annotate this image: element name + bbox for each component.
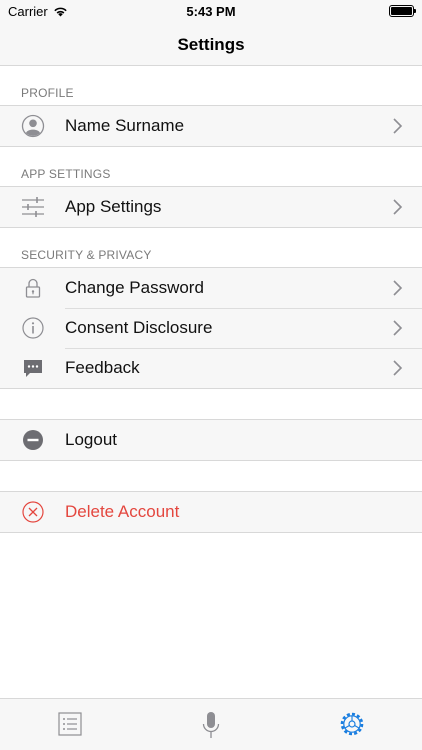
tab-list[interactable] bbox=[50, 711, 90, 741]
status-time: 5:43 PM bbox=[186, 4, 236, 19]
logout-label: Logout bbox=[65, 430, 117, 449]
chevron-right-icon bbox=[393, 320, 403, 336]
feedback-label: Feedback bbox=[65, 358, 140, 377]
lock-icon bbox=[21, 276, 45, 300]
logout-row[interactable]: Logout bbox=[0, 420, 422, 460]
chevron-right-icon bbox=[393, 280, 403, 296]
list-icon bbox=[58, 712, 82, 736]
minus-circle-icon bbox=[21, 428, 45, 452]
section-header-profile: PROFILE bbox=[21, 86, 74, 100]
section-header-security: SECURITY & PRIVACY bbox=[21, 248, 152, 262]
tab-settings[interactable] bbox=[332, 711, 372, 741]
navigation-bar: Settings bbox=[0, 24, 422, 66]
chevron-right-icon bbox=[393, 199, 403, 215]
app-settings-label: App Settings bbox=[65, 197, 162, 216]
change-password-label: Change Password bbox=[65, 278, 204, 297]
app-settings-row[interactable]: App Settings bbox=[0, 187, 422, 227]
consent-disclosure-label: Consent Disclosure bbox=[65, 318, 213, 337]
battery-fill bbox=[391, 7, 412, 15]
tab-record[interactable] bbox=[191, 711, 231, 741]
tab-bar bbox=[0, 698, 422, 750]
chat-bubble-icon bbox=[21, 356, 45, 380]
section-header-app-settings: APP SETTINGS bbox=[21, 167, 111, 181]
logout-group: Logout bbox=[0, 419, 422, 461]
security-group: Change Password Consent Disclosure Feedb… bbox=[0, 267, 422, 389]
x-circle-icon bbox=[21, 500, 45, 524]
profile-name: Name Surname bbox=[65, 116, 185, 135]
status-bar: Carrier 5:43 PM bbox=[0, 0, 422, 24]
profile-row[interactable]: Name Surname bbox=[0, 106, 422, 146]
battery-icon bbox=[389, 5, 416, 17]
app-settings-group: App Settings bbox=[0, 186, 422, 228]
microphone-icon bbox=[202, 712, 220, 738]
delete-account-label: Delete Account bbox=[65, 502, 180, 521]
delete-account-group: Delete Account bbox=[0, 491, 422, 533]
settings-gear-icon bbox=[340, 712, 363, 736]
sliders-icon bbox=[21, 195, 45, 219]
profile-group: Name Surname bbox=[0, 105, 422, 147]
user-avatar-icon bbox=[21, 114, 45, 138]
feedback-row[interactable]: Feedback bbox=[0, 348, 422, 388]
delete-account-row[interactable]: Delete Account bbox=[0, 492, 422, 532]
change-password-row[interactable]: Change Password bbox=[0, 268, 422, 308]
chevron-right-icon bbox=[393, 118, 403, 134]
settings-screen: Carrier 5:43 PM Settings PROFILE Name Su… bbox=[0, 0, 422, 750]
settings-list: PROFILE Name Surname APP SETTINGS App Se… bbox=[0, 66, 422, 698]
page-title: Settings bbox=[177, 34, 245, 54]
chevron-right-icon bbox=[393, 360, 403, 376]
info-icon bbox=[21, 316, 45, 340]
consent-disclosure-row[interactable]: Consent Disclosure bbox=[0, 308, 422, 348]
